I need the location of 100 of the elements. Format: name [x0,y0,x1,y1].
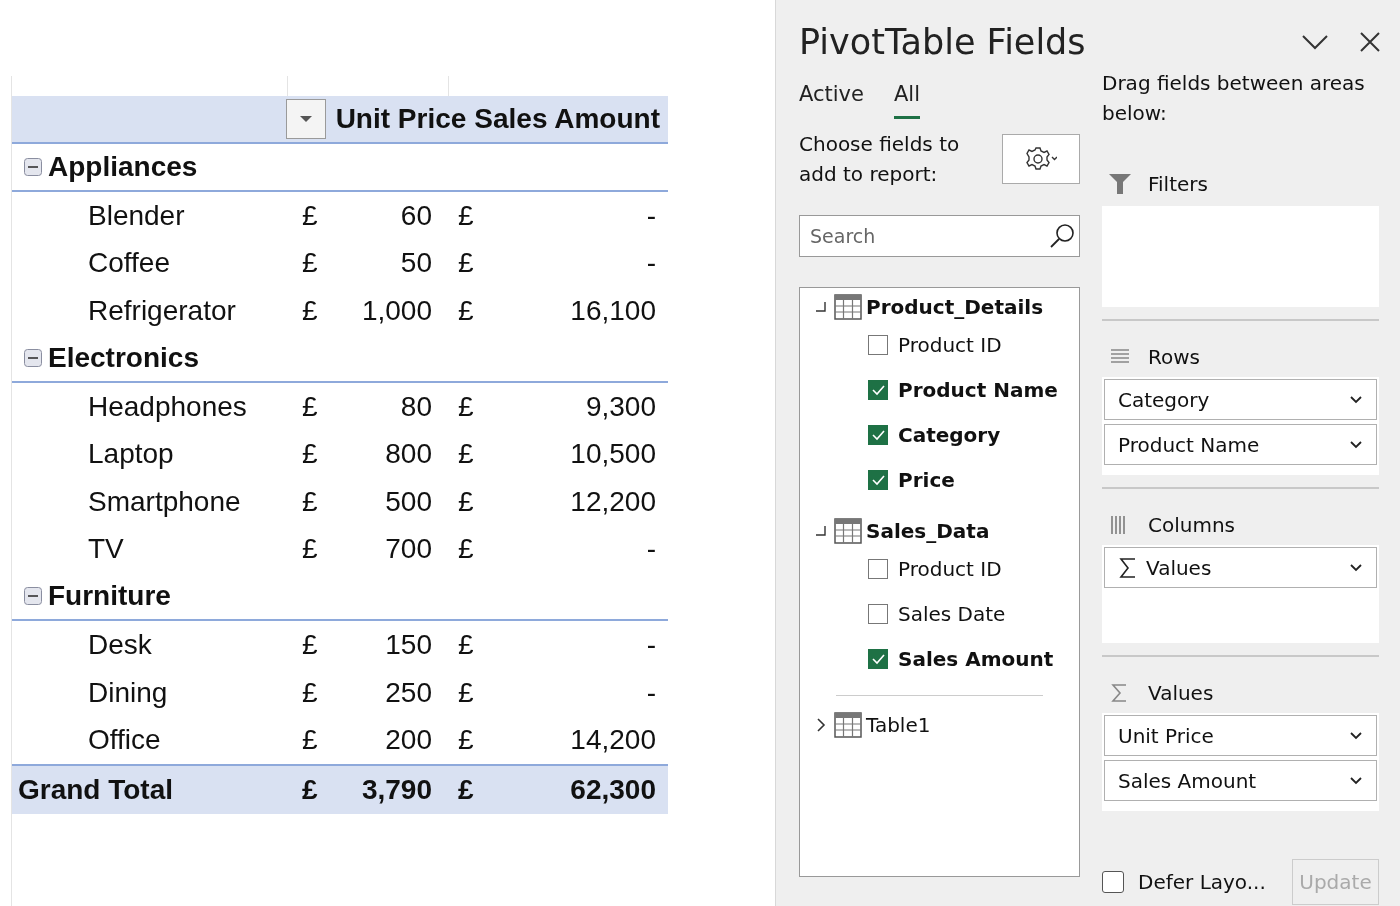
choose-fields-label: Choose fields to add to report: [799,131,961,188]
field-dropdown[interactable]: Unit Price [1104,715,1377,756]
field-name[interactable]: Sales Date [898,601,1006,626]
currency-symbol: £ [302,390,319,423]
currency-symbol: £ [302,676,319,709]
checkmark-icon [871,473,885,486]
table-cell-text: - [645,676,656,709]
field-dropdown[interactable]: Values [1104,547,1377,588]
settings-button[interactable] [1002,134,1080,184]
currency-symbol: £ [302,485,319,518]
checkbox[interactable] [868,558,888,579]
collapse-toggle-icon[interactable] [24,348,42,367]
table-icon [834,518,862,544]
checkmark-icon [871,652,885,665]
table-name[interactable]: Table1 [866,713,931,737]
area-label: Rows [1148,345,1200,369]
table-cell-text: 150 [384,628,432,661]
gear-icon [1025,145,1057,173]
table-cell-text: 12,200 [569,485,656,518]
field-name[interactable]: Sales Amount [898,646,1054,671]
tab[interactable]: Active [799,82,864,119]
currency-symbol: £ [457,628,475,661]
checkbox[interactable] [1102,871,1124,893]
table-cell-text: 500 [384,485,432,518]
filter-dropdown-button[interactable] [285,99,326,139]
search-icon [1048,222,1076,250]
expander-icon[interactable] [814,717,828,733]
checkbox[interactable] [868,379,888,400]
sigma-icon [1118,556,1138,579]
expander-icon[interactable] [814,523,828,539]
defer-layout-label[interactable]: Defer Layo... [1138,870,1292,894]
table-cell-text: 1,000 [360,295,432,327]
chevron-down-icon [1350,395,1362,404]
collapse-toggle-icon[interactable] [24,587,42,606]
table-cell-text: 80 [399,390,432,423]
product-label: Blender [87,199,186,232]
currency-symbol: £ [457,533,475,566]
close-icon[interactable] [1360,32,1380,52]
table-cell-text: 10,500 [569,438,656,471]
currency-symbol: £ [302,533,319,566]
currency-symbol: £ [457,724,475,757]
funnel-icon [1108,173,1132,195]
checkbox[interactable] [868,648,888,669]
table-cell-text: 250 [384,676,432,709]
chevron-down-icon [1350,776,1362,785]
table-cell-text: 60 [399,199,432,232]
product-label: Office [87,724,162,757]
table-cell-text: 3,790 [360,773,432,806]
table-name[interactable]: Product_Details [866,295,1044,319]
field-name[interactable]: Product Name [898,377,1058,402]
checkbox[interactable] [868,424,888,445]
currency-symbol: £ [302,724,319,757]
field-name[interactable]: Category [898,422,1001,447]
table-cell-text: 9,300 [584,390,656,423]
chevron-down-icon [1350,563,1362,572]
table-cell-text: 16,100 [569,295,656,327]
field-name[interactable]: Product ID [898,556,1002,581]
field-dropdown[interactable]: Product Name [1104,424,1377,465]
chevron-down-icon[interactable] [1302,34,1328,50]
currency-symbol: £ [457,247,475,280]
product-label: Desk [87,628,153,661]
column-header: Sales Amount [474,103,660,135]
table-cell-text: - [645,199,656,232]
search-field[interactable]: Search [799,215,1080,257]
table-cell-text: - [645,247,656,280]
checkbox[interactable] [868,334,888,355]
currency-symbol: £ [302,199,319,232]
table-cell-text: - [645,533,656,566]
checkbox[interactable] [868,469,888,490]
category-label: Furniture [48,580,171,613]
product-label: Coffee [87,247,171,280]
table-cell-text: 200 [384,724,432,757]
currency-symbol: £ [457,199,475,232]
table-icon [834,294,862,320]
currency-symbol: £ [457,773,475,806]
category-label: Electronics [48,341,199,374]
collapse-toggle-icon[interactable] [24,158,42,176]
column-header: Unit Price [335,103,467,135]
currency-symbol: £ [457,676,475,709]
field-dropdown[interactable]: Category [1104,379,1377,420]
chevron-down-icon [1350,440,1362,449]
category-label: Appliances [48,151,198,183]
field-name[interactable]: Product ID [898,332,1002,357]
table-icon [834,712,862,738]
product-label: Smartphone [87,485,242,518]
area-label: Columns [1148,513,1235,537]
table-cell-text: - [645,628,656,661]
currency-symbol: £ [457,295,475,327]
field-name[interactable]: Price [898,467,955,492]
expander-icon[interactable] [814,299,828,315]
checkbox[interactable] [868,603,888,624]
tab[interactable]: All [893,82,920,119]
table-name[interactable]: Sales_Data [866,519,990,543]
field-dropdown[interactable]: Sales Amount [1104,760,1377,801]
area-label: Values [1148,681,1214,705]
checkmark-icon [871,428,885,441]
chevron-down-icon [1350,731,1362,740]
currency-symbol: £ [302,247,319,280]
grand-total-label: Grand Total [17,773,175,806]
table-cell-text: 700 [384,533,432,566]
